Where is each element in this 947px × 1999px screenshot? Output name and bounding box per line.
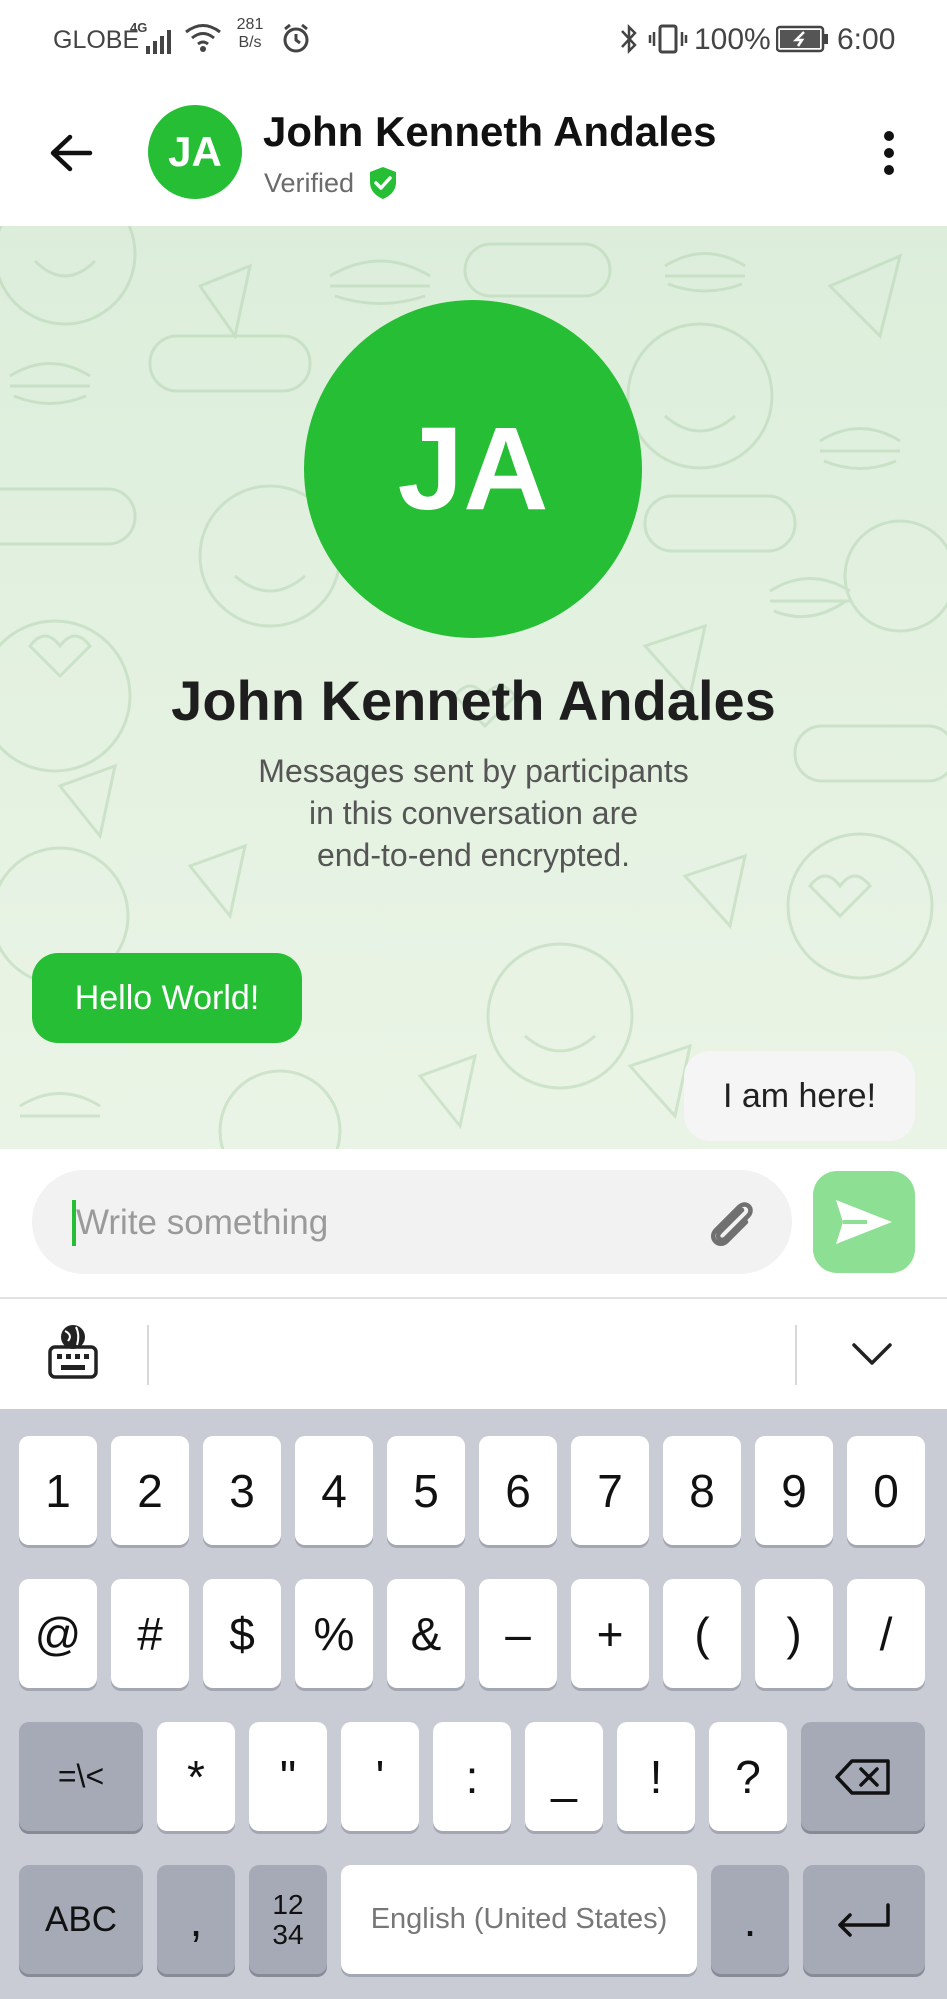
key-8[interactable]: 8 xyxy=(663,1436,741,1545)
key-4[interactable]: 4 xyxy=(295,1436,373,1545)
key-exclamation[interactable]: ! xyxy=(617,1722,695,1831)
key-3[interactable]: 3 xyxy=(203,1436,281,1545)
key-ampersand[interactable]: & xyxy=(387,1579,465,1688)
send-icon xyxy=(836,1200,892,1244)
key-close-paren[interactable]: ) xyxy=(755,1579,833,1688)
key-plus[interactable]: + xyxy=(571,1579,649,1688)
chat-area[interactable]: JA John Kenneth Andales Messages sent by… xyxy=(0,226,947,1149)
message-input[interactable] xyxy=(74,1170,698,1276)
backspace-icon xyxy=(835,1758,890,1795)
key-open-paren[interactable]: ( xyxy=(663,1579,741,1688)
battery-icon xyxy=(776,25,828,53)
bluetooth-icon xyxy=(621,23,637,55)
attachment-icon[interactable] xyxy=(702,1194,762,1254)
key-percent[interactable]: % xyxy=(295,1579,373,1688)
enter-icon xyxy=(838,1902,890,1937)
encryption-notice: Messages sent by participants in this co… xyxy=(258,753,689,873)
text-cursor xyxy=(72,1200,76,1246)
carrier-label: GLOBE xyxy=(53,26,140,54)
key-underscore[interactable]: _ xyxy=(525,1722,603,1831)
toolbar-divider xyxy=(795,1325,797,1385)
status-bar: GLOBE 4G 281 B/s 100% 6:00 xyxy=(0,0,947,80)
key-backspace[interactable] xyxy=(801,1722,925,1831)
contact-name[interactable]: John Kenneth Andales xyxy=(263,108,717,156)
conversation-title: John Kenneth Andales xyxy=(171,669,776,732)
key-0[interactable]: 0 xyxy=(847,1436,925,1545)
key-hash[interactable]: # xyxy=(111,1579,189,1688)
message-bubble-incoming[interactable]: Hello World! xyxy=(32,953,302,1043)
conversation-avatar: JA xyxy=(304,300,642,638)
wifi-icon xyxy=(185,24,221,52)
back-arrow-icon[interactable] xyxy=(48,130,94,176)
keyboard-toolbar xyxy=(0,1297,947,1411)
key-number-pad[interactable]: 12 34 xyxy=(249,1865,327,1974)
key-1[interactable]: 1 xyxy=(19,1436,97,1545)
key-asterisk[interactable]: * xyxy=(157,1722,235,1831)
key-2[interactable]: 2 xyxy=(111,1436,189,1545)
signal-icon xyxy=(146,30,171,54)
more-options-icon[interactable] xyxy=(874,130,904,176)
network-type: 4G xyxy=(130,20,148,35)
key-question[interactable]: ? xyxy=(709,1722,787,1831)
key-dollar[interactable]: $ xyxy=(203,1579,281,1688)
key-slash[interactable]: / xyxy=(847,1579,925,1688)
alarm-icon xyxy=(283,24,309,53)
message-input-container[interactable] xyxy=(32,1170,792,1276)
key-more-symbols[interactable]: =\< xyxy=(19,1722,143,1831)
key-enter[interactable] xyxy=(803,1865,925,1974)
vibrate-icon xyxy=(648,24,688,54)
key-period[interactable]: . xyxy=(711,1865,789,1974)
key-abc[interactable]: ABC xyxy=(19,1865,143,1974)
key-single-quote[interactable]: ' xyxy=(341,1722,419,1831)
key-6[interactable]: 6 xyxy=(479,1436,557,1545)
message-bubble-outgoing[interactable]: I am here! xyxy=(684,1051,915,1141)
battery-percent: 100% xyxy=(694,23,771,56)
keyboard: 1 2 3 4 5 6 7 8 9 0 @ # $ % & – + ( ) / … xyxy=(0,1409,947,1999)
verified-shield-icon xyxy=(370,167,396,199)
message-composer xyxy=(0,1149,947,1297)
language-keyboard-icon[interactable] xyxy=(48,1323,98,1381)
network-speed: 281 B/s xyxy=(236,16,264,51)
key-5[interactable]: 5 xyxy=(387,1436,465,1545)
key-colon[interactable]: : xyxy=(433,1722,511,1831)
collapse-keyboard-chevron-icon[interactable] xyxy=(850,1339,894,1369)
key-9[interactable]: 9 xyxy=(755,1436,833,1545)
toolbar-divider xyxy=(147,1325,149,1385)
contact-avatar[interactable]: JA xyxy=(148,105,242,199)
key-7[interactable]: 7 xyxy=(571,1436,649,1545)
clock: 6:00 xyxy=(837,23,896,56)
key-comma[interactable]: , xyxy=(157,1865,235,1974)
key-double-quote[interactable]: " xyxy=(249,1722,327,1831)
key-dash[interactable]: – xyxy=(479,1579,557,1688)
key-at[interactable]: @ xyxy=(19,1579,97,1688)
key-space[interactable]: English (United States) xyxy=(341,1865,697,1974)
chat-header: JA John Kenneth Andales Verified xyxy=(0,80,947,226)
send-button[interactable] xyxy=(813,1171,915,1273)
verified-label: Verified xyxy=(264,168,355,198)
